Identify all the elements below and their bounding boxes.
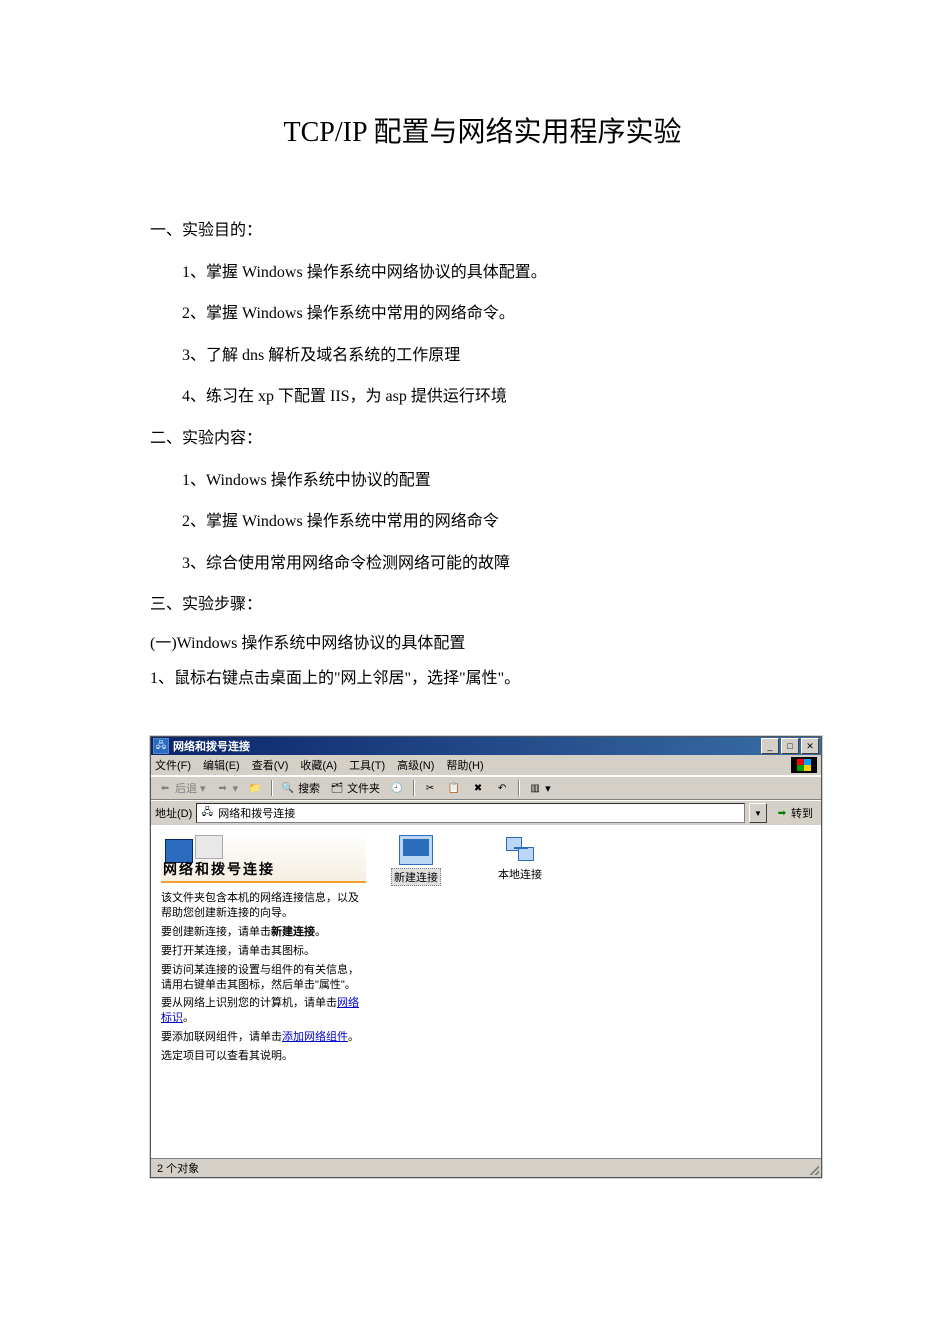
left-p3: 要打开某连接，请单击其图标。 <box>161 944 366 959</box>
forward-button[interactable]: ➡ ▾ <box>213 780 242 796</box>
left-p1: 该文件夹包含本机的网络连接信息，以及帮助您创建新连接的向导。 <box>161 891 366 921</box>
menubar: 文件(F) 编辑(E) 查看(V) 收藏(A) 工具(T) 高级(N) 帮助(H… <box>151 755 821 776</box>
statusbar: 2 个对象 <box>151 1158 821 1177</box>
up-button[interactable]: 📁 <box>245 780 265 796</box>
left-p6: 要添加联网组件，请单击添加网络组件。 <box>161 1030 366 1045</box>
copy-button[interactable]: 📋 <box>444 780 464 796</box>
left-info-pane: 网络和拨号连接 该文件夹包含本机的网络连接信息，以及帮助您创建新连接的向导。 要… <box>151 825 376 1157</box>
go-label: 转到 <box>791 805 813 821</box>
s1-item-2: 2、掌握 Windows 操作系统中常用的网络命令。 <box>150 293 815 335</box>
history-icon: 🕘 <box>390 781 404 795</box>
search-icon: 🔍 <box>281 781 295 795</box>
go-button[interactable]: ➡ 转到 <box>771 804 817 822</box>
undo-button[interactable]: ↶ <box>492 780 512 796</box>
section1-heading: 一、实验目的： <box>150 210 815 252</box>
go-icon: ➡ <box>775 806 789 820</box>
menu-file[interactable]: 文件(F) <box>155 757 191 773</box>
document-icon <box>195 835 223 859</box>
dropdown-icon: ▾ <box>545 782 551 795</box>
move-button[interactable]: ✂ <box>420 780 440 796</box>
s3-sub1: (一)Windows 操作系统中网络协议的具体配置 <box>150 626 815 661</box>
window-title-text: 网络和拨号连接 <box>173 738 761 754</box>
folder-up-icon: 📁 <box>248 781 262 795</box>
delete-button[interactable]: ✖ <box>468 780 488 796</box>
delete-icon: ✖ <box>471 781 485 795</box>
local-connection-item[interactable]: 本地连接 <box>488 835 552 882</box>
section2-heading: 二、实验内容： <box>150 418 815 460</box>
back-button[interactable]: ⬅ 后退 ▾ <box>155 779 209 797</box>
views-icon: ▥ <box>528 781 542 795</box>
search-label: 搜索 <box>298 780 320 796</box>
s1-item-4: 4、练习在 xp 下配置 IIS，为 asp 提供运行环境 <box>150 376 815 418</box>
folders-icon: 🗂 <box>330 781 344 795</box>
doc-title: TCP/IP 配置与网络实用程序实验 <box>150 110 815 150</box>
address-value: 网络和拨号连接 <box>218 805 295 821</box>
s3-sub2: 1、鼠标右键点击桌面上的"网上邻居"，选择"属性"。 <box>150 661 815 696</box>
network-connections-window: 🖧 网络和拨号连接 _ □ ✕ 文件(F) 编辑(E) 查看(V) 收藏(A) … <box>150 736 822 1177</box>
minimize-button[interactable]: _ <box>761 738 779 754</box>
section3-heading: 三、实验步骤： <box>150 584 815 626</box>
s2-item-3: 3、综合使用常用网络命令检测网络可能的故障 <box>150 543 815 585</box>
windows-logo-icon <box>791 757 817 773</box>
address-label: 地址(D) <box>155 805 192 821</box>
new-connection-icon <box>399 835 433 865</box>
add-component-link[interactable]: 添加网络组件 <box>282 1031 348 1043</box>
s2-item-2: 2、掌握 Windows 操作系统中常用的网络命令 <box>150 501 815 543</box>
address-combobox[interactable]: 🖧 网络和拨号连接 <box>196 803 745 823</box>
s1-item-1: 1、掌握 Windows 操作系统中网络协议的具体配置。 <box>150 252 815 294</box>
local-connection-label: 本地连接 <box>498 866 542 882</box>
window-titlebar[interactable]: 🖧 网络和拨号连接 _ □ ✕ <box>151 737 821 755</box>
menu-help[interactable]: 帮助(H) <box>446 757 483 773</box>
new-connection-item[interactable]: 新建连接 <box>384 835 448 886</box>
folders-label: 文件夹 <box>347 780 380 796</box>
menu-fav[interactable]: 收藏(A) <box>300 757 337 773</box>
search-button[interactable]: 🔍 搜索 <box>278 779 323 797</box>
window-title-icon: 🖧 <box>153 738 169 754</box>
maximize-button[interactable]: □ <box>781 738 799 754</box>
left-p4: 要访问某连接的设置与组件的有关信息，请用右键单击其图标，然后单击"属性"。 <box>161 963 366 993</box>
dropdown-icon: ▾ <box>200 782 206 795</box>
address-dropdown-button[interactable]: ▼ <box>749 803 767 823</box>
left-p5: 要从网络上识别您的计算机，请单击网络标识。 <box>161 996 366 1026</box>
menu-adv[interactable]: 高级(N) <box>397 757 434 773</box>
toolbar: ⬅ 后退 ▾ ➡ ▾ 📁 🔍 搜索 🗂 文件夹 🕘 <box>151 776 821 800</box>
addressbar: 地址(D) 🖧 网络和拨号连接 ▼ ➡ 转到 <box>151 800 821 825</box>
new-connection-label: 新建连接 <box>391 868 441 886</box>
s1-item-3: 3、了解 dns 解析及域名系统的工作原理 <box>150 335 815 377</box>
menu-view[interactable]: 查看(V) <box>252 757 289 773</box>
left-p7: 选定项目可以查看其说明。 <box>161 1049 366 1064</box>
left-pane-title: 网络和拨号连接 <box>163 859 275 879</box>
menu-edit[interactable]: 编辑(E) <box>203 757 240 773</box>
left-pane-header: 网络和拨号连接 <box>161 831 366 883</box>
menu-tools[interactable]: 工具(T) <box>349 757 385 773</box>
copy-icon: 📋 <box>447 781 461 795</box>
address-icon: 🖧 <box>200 806 214 820</box>
folders-button[interactable]: 🗂 文件夹 <box>327 779 383 797</box>
history-button[interactable]: 🕘 <box>387 780 407 796</box>
close-button[interactable]: ✕ <box>801 738 819 754</box>
views-button[interactable]: ▥▾ <box>525 780 554 796</box>
back-arrow-icon: ⬅ <box>158 781 172 795</box>
forward-arrow-icon: ➡ <box>216 781 230 795</box>
undo-icon: ↶ <box>495 781 509 795</box>
dropdown-icon: ▾ <box>233 782 239 795</box>
left-p2: 要创建新连接，请单击新建连接。 <box>161 925 366 940</box>
icon-area[interactable]: 新建连接 本地连接 <box>376 825 821 1157</box>
s2-item-1: 1、Windows 操作系统中协议的配置 <box>150 460 815 502</box>
move-icon: ✂ <box>423 781 437 795</box>
local-connection-icon <box>504 835 536 863</box>
statusbar-text: 2 个对象 <box>157 1160 199 1176</box>
resize-handle[interactable] <box>807 1163 819 1175</box>
back-label: 后退 <box>175 780 197 796</box>
